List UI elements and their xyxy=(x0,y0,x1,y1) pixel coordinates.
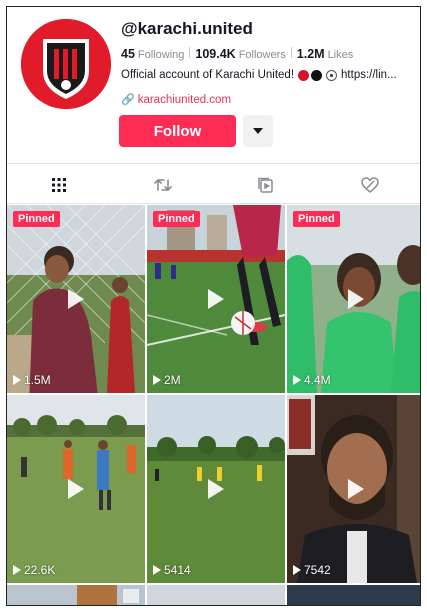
repost-icon xyxy=(153,179,172,191)
bio-text: Official account of Karachi United! xyxy=(121,69,295,81)
video-thumbnail[interactable]: 5414 xyxy=(147,395,285,583)
video-thumbnail[interactable]: Pinned 4.4M xyxy=(287,205,420,393)
black-circle-emoji-icon xyxy=(311,69,323,81)
following-count[interactable]: 45 xyxy=(121,47,135,61)
video-thumbnail[interactable] xyxy=(147,585,285,605)
video-thumbnail[interactable] xyxy=(287,585,420,605)
soccer-ball-emoji-icon xyxy=(326,69,338,81)
video-thumbnail[interactable]: 7542 xyxy=(287,395,420,583)
profile-bio: Official account of Karachi United! http… xyxy=(121,69,397,81)
profile-tabs xyxy=(7,165,420,205)
caret-down-icon xyxy=(253,128,263,134)
club-logo-icon xyxy=(21,19,111,109)
follow-button[interactable]: Follow xyxy=(119,115,236,147)
profile-website-link[interactable]: 🔗 karachiunited.com xyxy=(121,93,231,107)
likes-label: Likes xyxy=(327,49,354,61)
view-count-text: 4.4M xyxy=(304,373,331,387)
view-count: 1.5M xyxy=(13,373,51,387)
video-thumbnail[interactable] xyxy=(7,585,145,605)
play-icon xyxy=(348,289,364,309)
tab-videos[interactable] xyxy=(7,165,111,205)
play-count-icon xyxy=(153,565,161,575)
bio-link[interactable]: https://lin... xyxy=(341,69,397,81)
red-circle-emoji-icon xyxy=(298,69,310,81)
play-icon xyxy=(348,479,364,499)
video-frame-image xyxy=(287,585,420,605)
profile-avatar[interactable] xyxy=(21,19,111,109)
view-count-text: 7542 xyxy=(304,563,331,577)
view-count: 2M xyxy=(153,373,181,387)
video-thumbnail[interactable]: 22.6K xyxy=(7,395,145,583)
tab-liked[interactable] xyxy=(318,165,420,205)
followers-label[interactable]: Followers xyxy=(239,49,286,61)
play-icon xyxy=(208,289,224,309)
video-thumbnail[interactable]: Pinned 1.5M xyxy=(7,205,145,393)
view-count-text: 2M xyxy=(164,373,181,387)
play-count-icon xyxy=(293,565,301,575)
view-count: 5414 xyxy=(153,563,191,577)
play-icon xyxy=(208,479,224,499)
video-frame-image xyxy=(147,585,285,605)
followers-count[interactable]: 109.4K xyxy=(195,47,235,61)
view-count: 4.4M xyxy=(293,373,331,387)
profile-stats: 45 Following 109.4K Followers 1.2M Likes xyxy=(121,47,353,61)
play-icon xyxy=(68,289,84,309)
video-thumbnail[interactable]: Pinned 2M xyxy=(147,205,285,393)
liked-icon xyxy=(361,177,379,193)
play-icon xyxy=(68,479,84,499)
stats-divider xyxy=(290,47,292,58)
pinned-badge: Pinned xyxy=(13,211,60,227)
view-count-text: 5414 xyxy=(164,563,191,577)
following-label[interactable]: Following xyxy=(138,49,184,61)
more-options-button[interactable] xyxy=(243,115,273,147)
pinned-badge: Pinned xyxy=(293,211,340,227)
profile-username: @karachi.united xyxy=(121,19,253,38)
play-count-icon xyxy=(13,375,21,385)
play-count-icon xyxy=(13,565,21,575)
playlist-icon xyxy=(258,177,274,193)
view-count: 7542 xyxy=(293,563,331,577)
play-count-icon xyxy=(293,375,301,385)
view-count-text: 1.5M xyxy=(24,373,51,387)
divider xyxy=(7,203,420,204)
grid-icon xyxy=(51,178,66,192)
video-frame-image xyxy=(7,585,145,605)
play-count-icon xyxy=(153,375,161,385)
tab-reposts[interactable] xyxy=(111,165,215,205)
divider xyxy=(7,163,420,164)
tab-playlists[interactable] xyxy=(215,165,319,205)
likes-count: 1.2M xyxy=(296,47,325,61)
video-grid: Pinned 1.5M Pinned 2M Pinned 4.4M 22.6K … xyxy=(7,205,420,605)
stats-divider xyxy=(189,47,191,58)
pinned-badge: Pinned xyxy=(153,211,200,227)
view-count-text: 22.6K xyxy=(24,563,56,577)
profile-screen: @karachi.united 45 Following 109.4K Foll… xyxy=(6,6,421,606)
link-icon: 🔗 xyxy=(121,94,135,106)
view-count: 22.6K xyxy=(13,563,55,577)
website-text[interactable]: karachiunited.com xyxy=(138,94,231,106)
